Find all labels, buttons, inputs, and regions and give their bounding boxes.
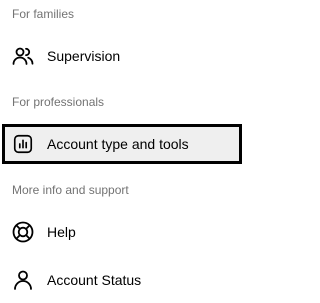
supervision-icon: [11, 44, 35, 68]
menu-item-account-type-and-tools[interactable]: Account type and tools: [2, 124, 242, 164]
insights-chart-icon: [11, 132, 35, 156]
person-icon: [11, 268, 35, 292]
section-header-professionals: For professionals: [12, 95, 105, 109]
settings-menu: For families Supervision For professiona…: [0, 0, 247, 303]
menu-item-label: Supervision: [47, 48, 121, 64]
section-header-families: For families: [12, 7, 75, 21]
menu-item-supervision[interactable]: Supervision: [0, 36, 247, 76]
menu-item-account-status[interactable]: Account Status: [0, 260, 247, 300]
menu-item-label: Account type and tools: [47, 136, 189, 152]
menu-item-label: Help: [47, 224, 76, 240]
menu-item-help[interactable]: Help: [0, 212, 247, 252]
lifebuoy-icon: [11, 220, 35, 244]
section-header-support: More info and support: [12, 183, 129, 197]
menu-item-label: Account Status: [47, 272, 142, 288]
